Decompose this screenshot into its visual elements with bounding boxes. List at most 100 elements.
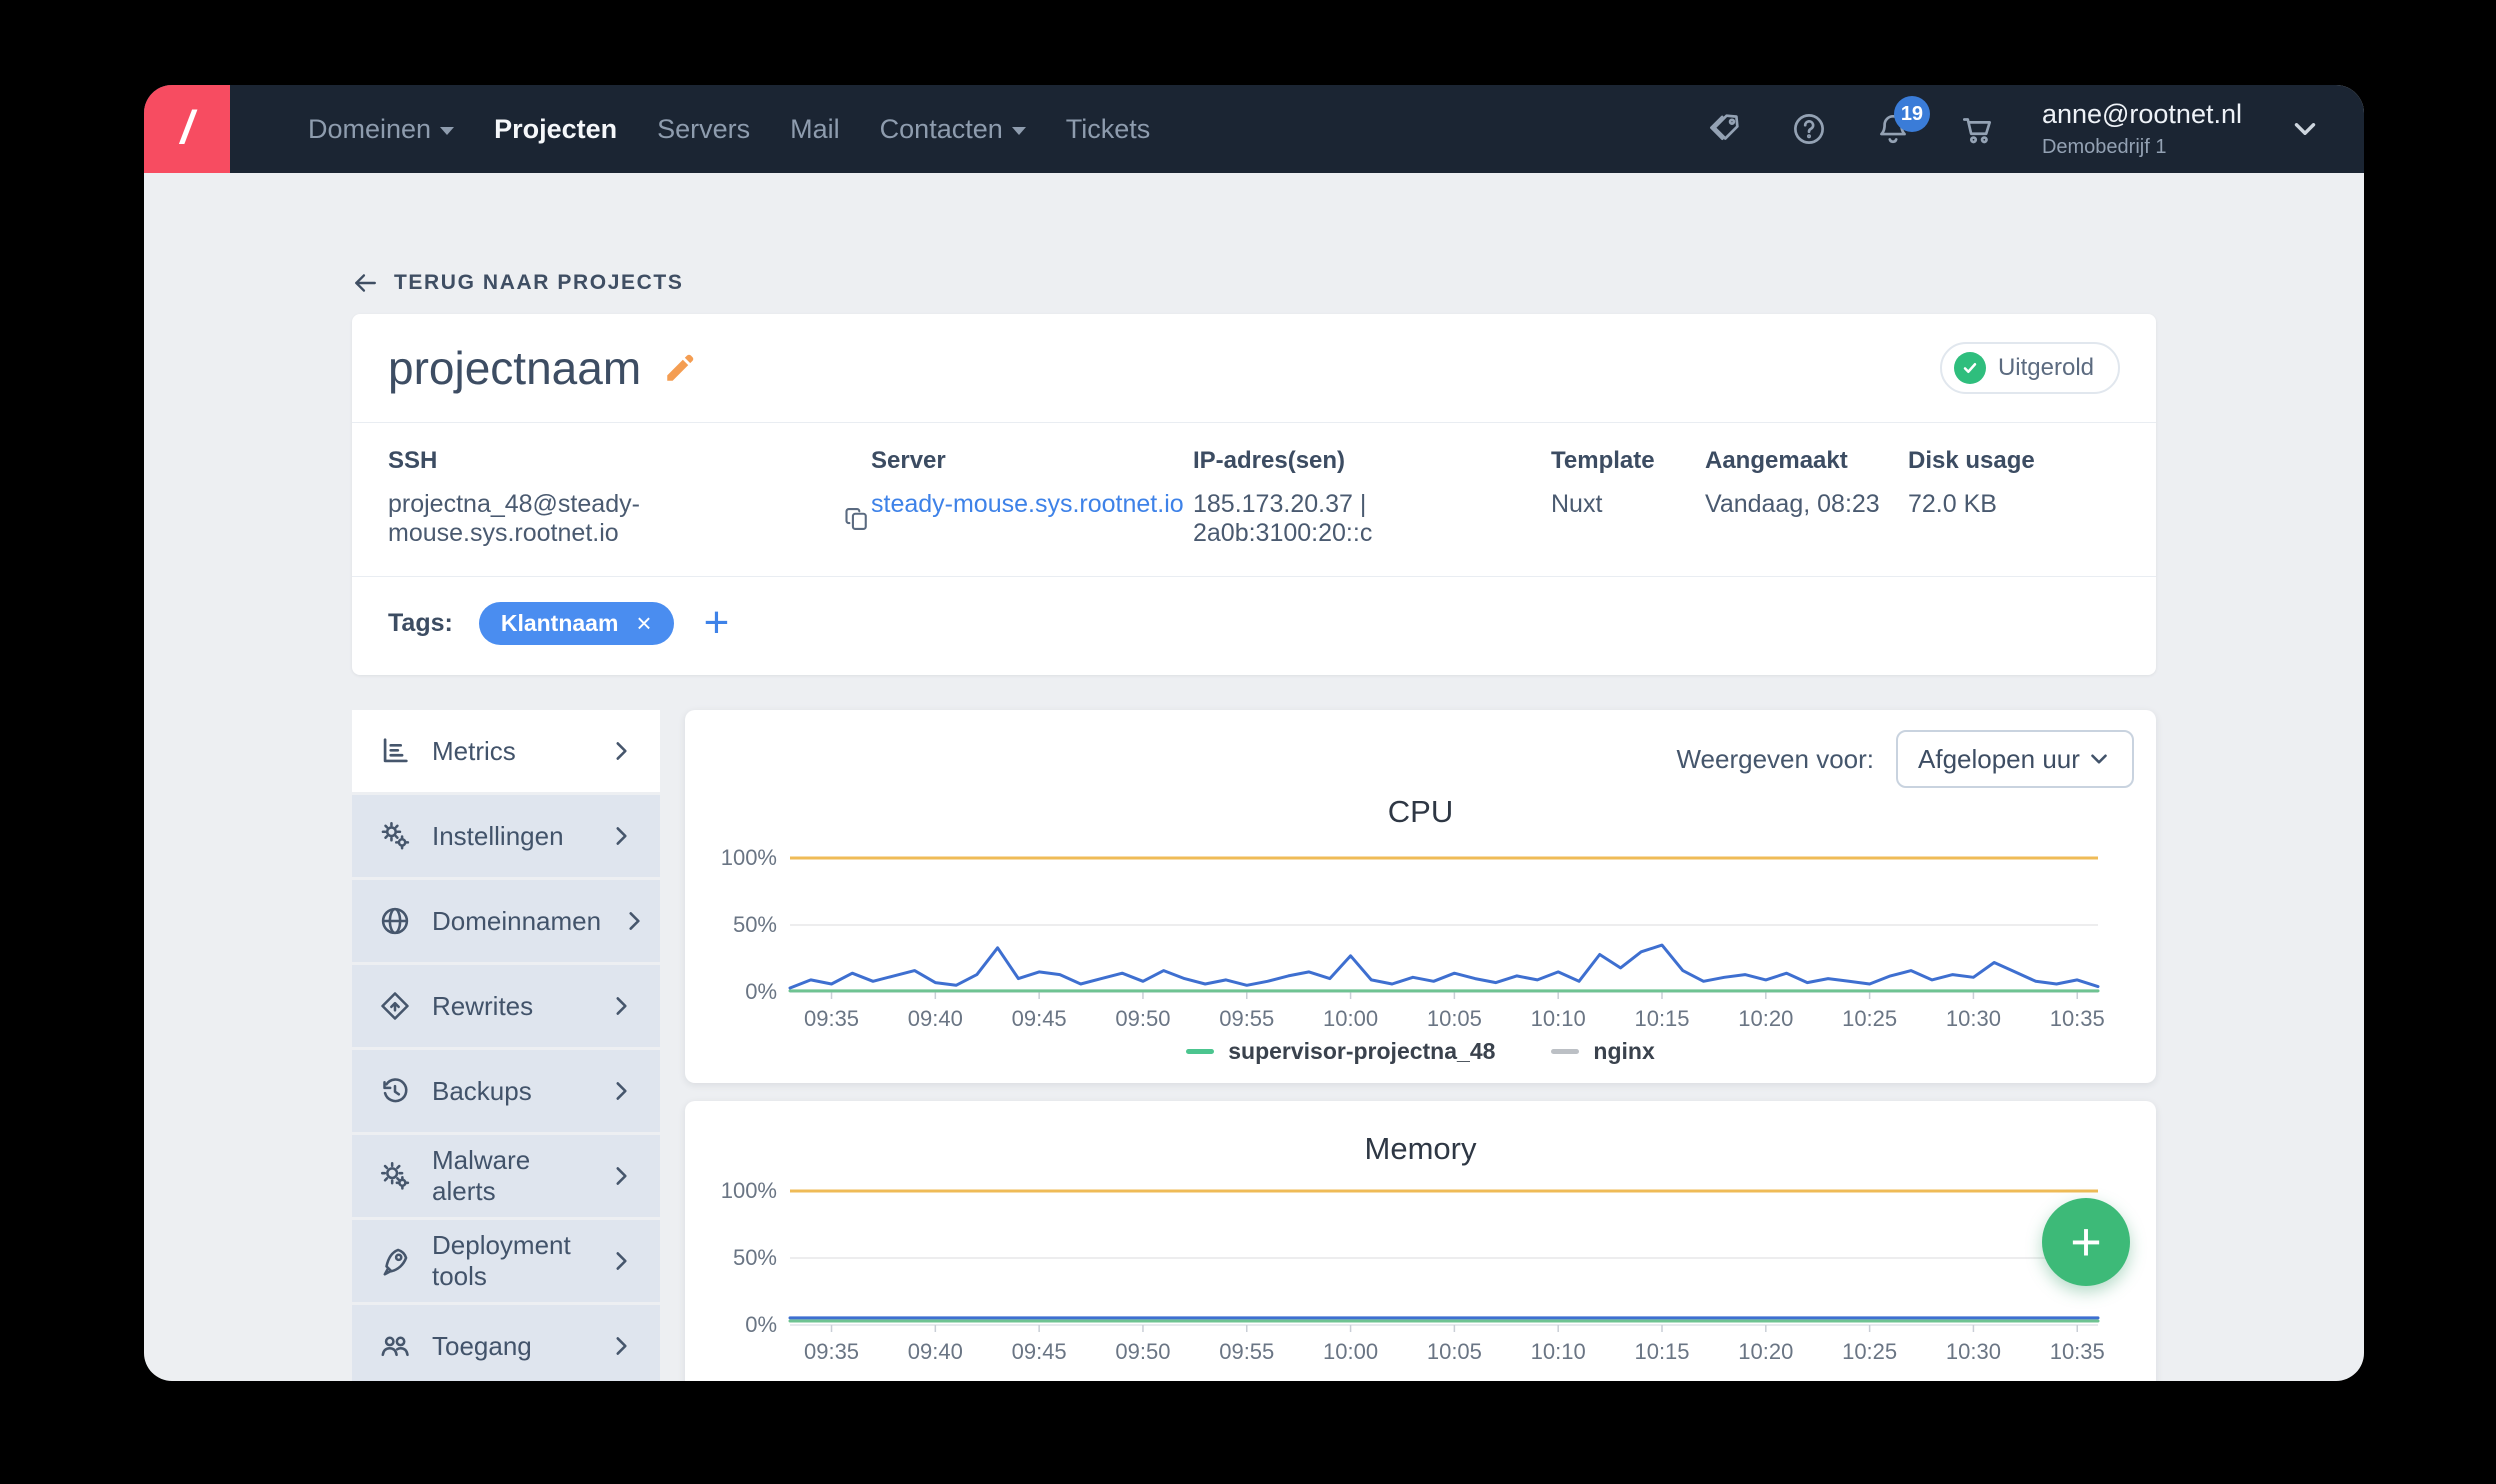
chevron-right-icon [621, 908, 647, 934]
info-field-label: Disk usage [1908, 447, 2035, 475]
svg-text:09:35: 09:35 [804, 1006, 859, 1031]
app-logo[interactable]: / [144, 85, 230, 173]
nav-link-label: Contacten [880, 114, 1003, 145]
tags-row: Tags: Klantnaam × + [352, 577, 2156, 675]
nav-link-contacten[interactable]: Contacten [880, 114, 1026, 145]
svg-text:10:25: 10:25 [1842, 1006, 1897, 1031]
tag-remove-icon[interactable]: × [636, 610, 651, 636]
status-badge: Uitgerold [1940, 342, 2120, 394]
svg-text:09:55: 09:55 [1219, 1339, 1274, 1364]
account-menu[interactable]: anne@rootnet.nl Demobedrijf 1 [2042, 99, 2242, 159]
svg-text:10:25: 10:25 [1842, 1339, 1897, 1364]
svg-text:09:35: 09:35 [804, 1339, 859, 1364]
app-window: / Domeinen Projecten Servers Mail Contacten T… [144, 85, 2364, 1381]
info-field-value: 185.173.20.37 | 2a0b:3100:20::c [1193, 490, 1551, 548]
nav-link-domeinen[interactable]: Domeinen [308, 114, 454, 145]
sidebar-item-toegang[interactable]: Toegang [352, 1305, 660, 1381]
sidebar-item-malware-alerts[interactable]: Malware alerts [352, 1135, 660, 1217]
svg-text:09:45: 09:45 [1012, 1006, 1067, 1031]
info-value-text: Nuxt [1551, 490, 1602, 519]
help-icon[interactable] [1790, 110, 1828, 148]
memory-chart: 100%50%0%09:3509:4009:4509:5009:5510:001… [685, 1167, 2156, 1377]
svg-text:09:50: 09:50 [1115, 1339, 1170, 1364]
nav-link-projecten[interactable]: Projecten [494, 114, 617, 145]
svg-text:10:00: 10:00 [1323, 1339, 1378, 1364]
legend-item-nginx[interactable]: nginx [1551, 1377, 1654, 1381]
memory-chart-legend: supervisor-projectna_48 nginx [685, 1377, 2156, 1381]
legend-item-nginx[interactable]: nginx [1551, 1038, 1654, 1065]
nav-right: 19 anne@rootnet.nl Demobedrijf 1 [1706, 99, 2322, 159]
info-field-value: Vandaag, 08:23 [1705, 490, 1908, 519]
copy-icon[interactable] [843, 505, 871, 533]
svg-text:10:00: 10:00 [1323, 1006, 1378, 1031]
svg-text:100%: 100% [721, 1178, 777, 1203]
logo-slash: / [181, 100, 194, 154]
page-title: projectnaam [388, 341, 641, 395]
svg-text:09:40: 09:40 [908, 1006, 963, 1031]
cpu-chart: 100%50%0%09:3509:4009:4509:5009:5510:001… [685, 834, 2156, 1044]
sidebar-item-label: Toegang [432, 1331, 588, 1362]
svg-text:09:55: 09:55 [1219, 1006, 1274, 1031]
sidebar-item-metrics[interactable]: Metrics [352, 710, 660, 792]
rocket-icon [378, 1244, 412, 1278]
legend-label: nginx [1593, 1377, 1654, 1381]
rewrites-icon [378, 989, 412, 1023]
chevron-right-icon [608, 1163, 634, 1189]
arrow-left-icon [352, 270, 378, 296]
account-email: anne@rootnet.nl [2042, 99, 2242, 130]
info-field-value-link[interactable]: steady-mouse.sys.rootnet.io [871, 490, 1193, 519]
content-row: MetricsInstellingenDomeinnamenRewrites Ba… [352, 710, 2156, 1381]
tags-icon[interactable] [1706, 110, 1744, 148]
svg-text:0%: 0% [745, 1312, 777, 1337]
desktop-background: { "nav": { "logo_text": "/", "links": [ … [0, 0, 2496, 1484]
cart-icon[interactable] [1958, 110, 1996, 148]
sidebar-item-instellingen[interactable]: Instellingen [352, 795, 660, 877]
info-value-text: steady-mouse.sys.rootnet.io [871, 490, 1184, 519]
legend-item-supervisor-projectna-48[interactable]: supervisor-projectna_48 [1186, 1038, 1495, 1065]
chevron-down-icon[interactable] [2288, 112, 2322, 146]
chevron-right-icon [608, 1078, 634, 1104]
project-info-row: SSH projectna_48@steady-mouse.sys.rootnet… [352, 423, 2156, 576]
back-link[interactable]: TERUG NAAR PROJECTS [352, 270, 683, 296]
legend-label: nginx [1593, 1038, 1654, 1065]
bell-icon[interactable]: 19 [1874, 110, 1912, 148]
cpu-chart-legend: supervisor-projectna_48 nginx [685, 1038, 2156, 1065]
period-select[interactable]: Afgelopen uur [1896, 730, 2134, 788]
sidebar-item-label: Backups [432, 1076, 588, 1107]
nav-link-mail[interactable]: Mail [790, 114, 840, 145]
svg-text:50%: 50% [733, 912, 777, 937]
nav-link-servers[interactable]: Servers [657, 114, 750, 145]
top-nav: / Domeinen Projecten Servers Mail Contacten T… [144, 85, 2364, 173]
check-circle-icon [1954, 352, 1986, 384]
nav-link-tickets[interactable]: Tickets [1066, 114, 1151, 145]
nav-link-label: Tickets [1066, 114, 1151, 145]
sidebar-item-rewrites[interactable]: Rewrites [352, 965, 660, 1047]
info-field-label: SSH [388, 447, 871, 475]
svg-text:10:10: 10:10 [1531, 1339, 1586, 1364]
chevron-right-icon [608, 823, 634, 849]
sidebar-item-domeinnamen[interactable]: Domeinnamen [352, 880, 660, 962]
sidebar-item-label: Deployment tools [432, 1230, 588, 1292]
sidebar-item-backups[interactable]: Backups [352, 1050, 660, 1132]
cpu-chart-panel: Weergeven voor: Afgelopen uur CPU 100%50… [685, 710, 2156, 1083]
info-field-label: Server [871, 447, 1193, 475]
period-label: Weergeven voor: [1676, 744, 1874, 775]
sidebar-item-label: Malware alerts [432, 1145, 588, 1207]
add-tag-button[interactable]: + [700, 601, 734, 645]
info-field-value: projectna_48@steady-mouse.sys.rootnet.io [388, 490, 871, 548]
sidebar-item-deployment-tools[interactable]: Deployment tools [352, 1220, 660, 1302]
malware-icon [378, 1159, 412, 1193]
legend-item-supervisor-projectna-48[interactable]: supervisor-projectna_48 [1186, 1377, 1495, 1381]
info-field-ip-adres-sen-: IP-adres(sen)185.173.20.37 | 2a0b:3100:2… [1193, 447, 1551, 548]
edit-title-icon[interactable] [663, 351, 697, 385]
info-field-label: Template [1551, 447, 1705, 475]
status-badge-label: Uitgerold [1998, 354, 2094, 382]
info-field-ssh: SSH projectna_48@steady-mouse.sys.rootnet… [388, 447, 871, 548]
chevron-down-icon [2086, 746, 2112, 772]
add-fab-button[interactable]: + [2042, 1198, 2130, 1286]
svg-text:09:40: 09:40 [908, 1339, 963, 1364]
chevron-right-icon [608, 738, 634, 764]
svg-text:10:30: 10:30 [1946, 1339, 2001, 1364]
svg-text:10:10: 10:10 [1531, 1006, 1586, 1031]
info-field-label: Aangemaakt [1705, 447, 1908, 475]
